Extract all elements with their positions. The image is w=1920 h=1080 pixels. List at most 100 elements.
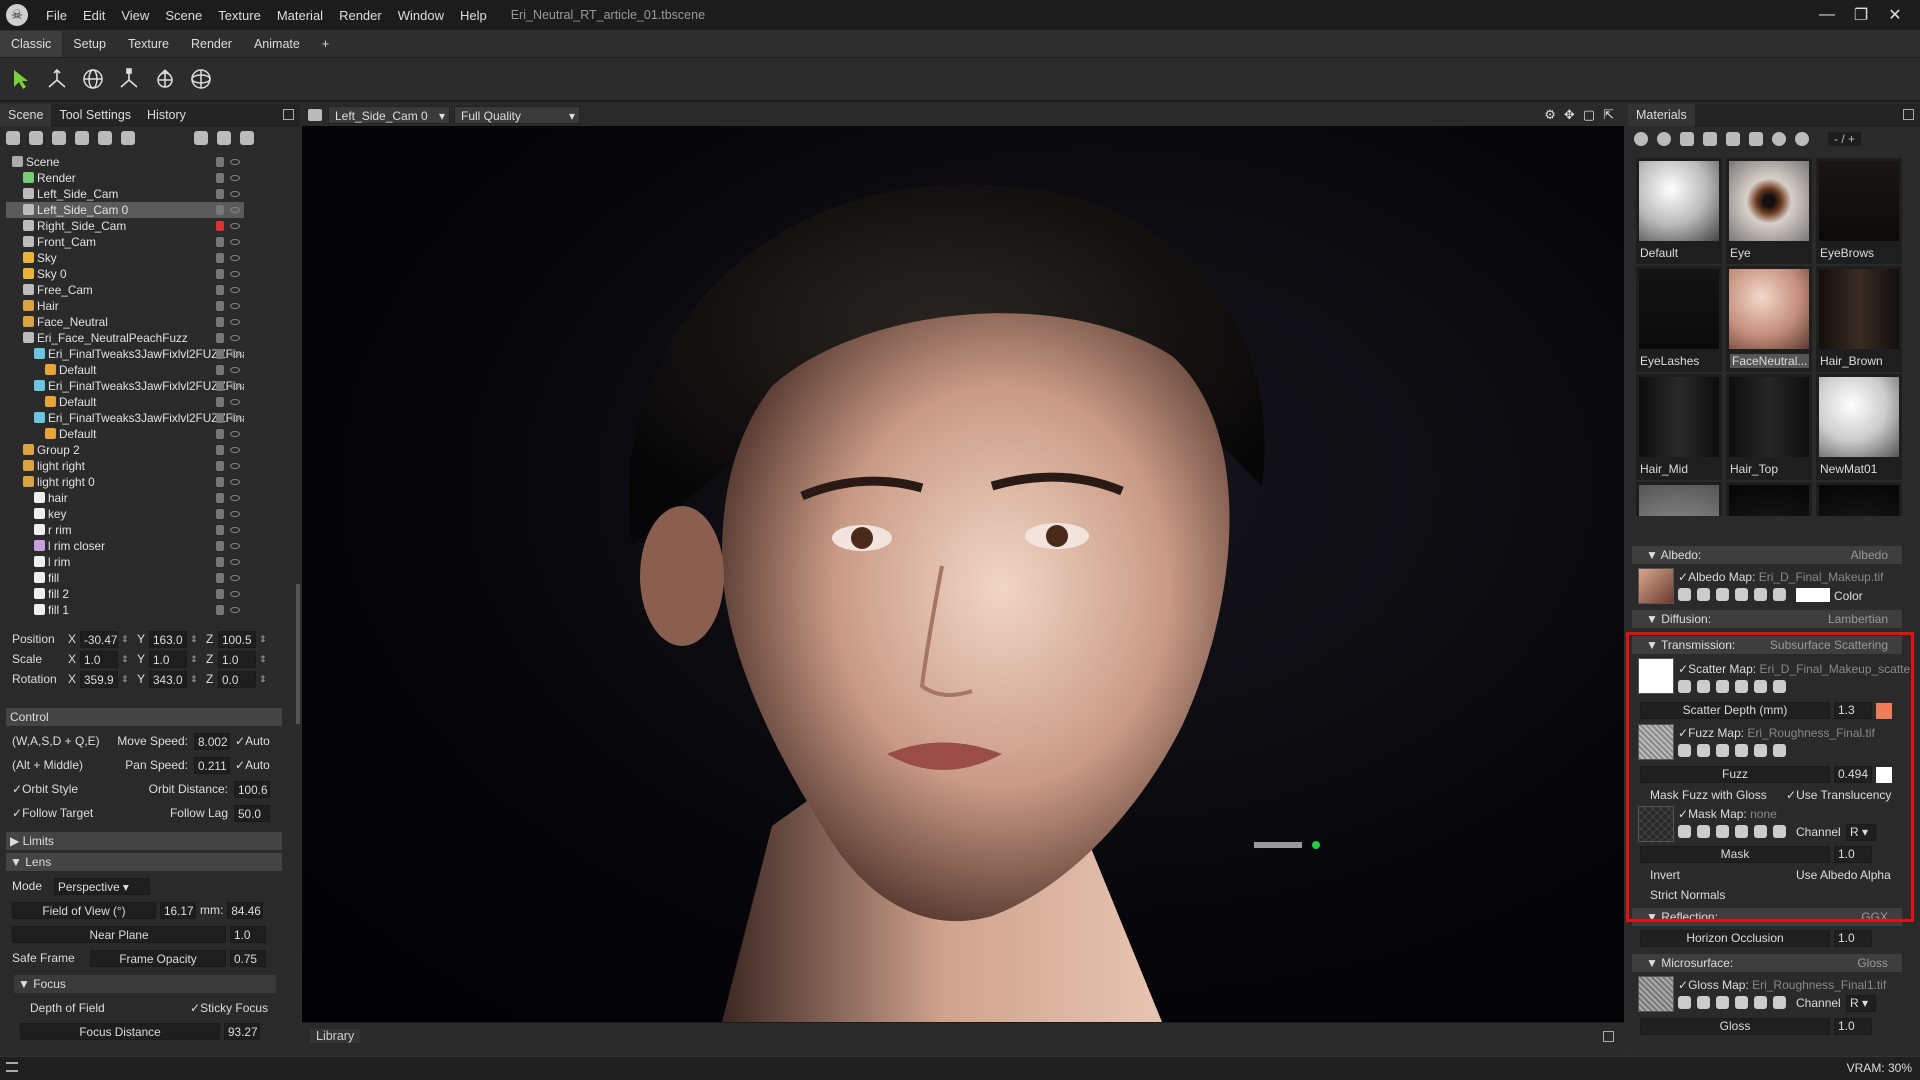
lock-icon[interactable] (216, 269, 224, 279)
scene-tree-item[interactable]: Default (6, 394, 244, 410)
lens-mode-dropdown[interactable]: Perspective ▾ (54, 877, 150, 895)
menu-texture[interactable]: Texture (210, 8, 269, 23)
visibility-eye-icon[interactable] (230, 207, 240, 213)
scene-tree-item[interactable]: key (6, 506, 244, 522)
safe-frame-checkbox[interactable]: Safe Frame (12, 951, 90, 965)
lock-icon[interactable] (216, 605, 224, 615)
scene-tree-item[interactable]: Left_Side_Cam (6, 186, 244, 202)
app-logo-icon[interactable]: ☠ (6, 4, 28, 26)
move-icon[interactable]: ✥ (1564, 107, 1575, 123)
sphere-gizmo-icon[interactable] (188, 66, 214, 92)
menu-edit[interactable]: Edit (75, 8, 113, 23)
scene-tree-item[interactable]: l rim (6, 554, 244, 570)
tab-history[interactable]: History (139, 104, 194, 126)
mask-map-thumbnail[interactable] (1638, 806, 1674, 842)
reflection-header[interactable]: ▼ Reflection: GGX (1632, 908, 1902, 926)
lock-icon[interactable] (216, 525, 224, 535)
rotation-x-input[interactable]: 359.9 (80, 670, 118, 688)
diffusion-header[interactable]: ▼ Diffusion: Lambertian (1632, 610, 1902, 628)
follow-target-checkbox[interactable]: ✓Follow Target (12, 806, 112, 820)
tab-animate[interactable]: Animate (243, 31, 311, 57)
visibility-eye-icon[interactable] (230, 463, 240, 469)
lock-icon[interactable] (216, 157, 224, 167)
fuzz-map-actions[interactable] (1678, 744, 1792, 758)
horizon-occlusion-slider[interactable]: Horizon Occlusion (1640, 930, 1830, 947)
scene-tree-item[interactable]: Default (6, 362, 244, 378)
scene-tree-item[interactable]: Hair (6, 298, 244, 314)
gear-icon[interactable]: ⚙ (1544, 107, 1556, 123)
pan-speed-input[interactable]: 0.211 (194, 756, 230, 774)
tab-scene[interactable]: Scene (0, 103, 52, 126)
add-shape-icon[interactable] (98, 131, 112, 145)
fov-slider-label[interactable]: Field of View (°) (12, 901, 156, 919)
scene-tree-item[interactable]: Right_Side_Cam (6, 218, 244, 234)
visibility-eye-icon[interactable] (230, 591, 240, 597)
spinner-icon[interactable]: ⇕ (259, 634, 269, 645)
visibility-eye-icon[interactable] (230, 447, 240, 453)
position-y-input[interactable]: 163.0 (149, 630, 187, 648)
tab-setup[interactable]: Setup (62, 31, 117, 57)
material-swatch[interactable]: NewMat01 (1816, 374, 1902, 480)
select-arrow-icon[interactable] (8, 66, 34, 92)
visibility-eye-icon[interactable] (230, 351, 240, 357)
visibility-eye-icon[interactable] (230, 415, 240, 421)
move-speed-input[interactable]: 8.002 (194, 732, 230, 750)
lock-icon[interactable] (216, 573, 224, 583)
sticky-focus-checkbox[interactable]: ✓Sticky Focus (190, 1001, 268, 1015)
add-fog-icon[interactable] (121, 131, 135, 145)
visibility-eye-icon[interactable] (230, 191, 240, 197)
scene-tree-item[interactable]: Sky (6, 250, 244, 266)
scene-tree-item[interactable]: light right 0 (6, 474, 244, 490)
scene-tree-item[interactable]: Scene (6, 154, 244, 170)
light-gizmo-icon[interactable] (152, 66, 178, 92)
lock-icon[interactable] (216, 285, 224, 295)
visibility-eye-icon[interactable] (230, 223, 240, 229)
scene-tree-item[interactable]: l rim closer (6, 538, 244, 554)
fuzz-map-thumbnail[interactable] (1638, 724, 1674, 760)
scene-tree-item[interactable]: Left_Side_Cam 0 (6, 202, 244, 218)
scene-tree-item[interactable]: fill 1 (6, 602, 244, 618)
visibility-eye-icon[interactable] (230, 175, 240, 181)
scene-tree-item[interactable]: Group 2 (6, 442, 244, 458)
menu-window[interactable]: Window (390, 8, 452, 23)
scale-y-input[interactable]: 1.0 (149, 650, 187, 668)
visibility-eye-icon[interactable] (230, 335, 240, 341)
albedo-header[interactable]: ▼ Albedo: Albedo (1632, 546, 1902, 564)
popout-icon[interactable] (283, 109, 294, 120)
scale-gizmo-icon[interactable] (116, 66, 142, 92)
spinner-icon[interactable]: ⇕ (190, 654, 200, 665)
strict-normals-checkbox[interactable]: Strict Normals (1650, 888, 1725, 902)
scene-tree-item[interactable]: Free_Cam (6, 282, 244, 298)
invert-checkbox[interactable]: Invert (1650, 868, 1680, 882)
scale-z-input[interactable]: 1.0 (218, 650, 256, 668)
visibility-eye-icon[interactable] (230, 383, 240, 389)
status-menu-icon[interactable] (6, 1062, 18, 1072)
albedo-color-swatch[interactable] (1796, 588, 1830, 602)
menu-view[interactable]: View (113, 8, 157, 23)
scene-tree-item[interactable]: Default (6, 426, 244, 442)
scene-tree-item[interactable]: Eri_Face_NeutralPeachFuzz (6, 330, 244, 346)
gloss-map-thumbnail[interactable] (1638, 976, 1674, 1012)
spinner-icon[interactable]: ⇕ (259, 674, 269, 685)
scene-tree-item[interactable]: Sky 0 (6, 266, 244, 282)
rotation-y-input[interactable]: 343.0 (149, 670, 187, 688)
horizon-occlusion-input[interactable]: 1.0 (1834, 930, 1872, 947)
scatter-color-swatch[interactable] (1876, 703, 1892, 719)
library-popout-icon[interactable] (1603, 1031, 1614, 1042)
visibility-eye-icon[interactable] (230, 287, 240, 293)
visibility-eye-icon[interactable] (230, 255, 240, 261)
orbit-style-checkbox[interactable]: ✓Orbit Style (12, 782, 112, 796)
scene-tree-item[interactable]: Face_Neutral (6, 314, 244, 330)
visibility-eye-icon[interactable] (230, 239, 240, 245)
pick-icon[interactable] (1749, 132, 1763, 146)
lock-icon[interactable] (216, 189, 224, 199)
lock-icon[interactable] (216, 477, 224, 487)
scene-tree-item[interactable]: fill (6, 570, 244, 586)
spinner-icon[interactable]: ⇕ (121, 634, 131, 645)
gloss-map-actions[interactable] (1678, 996, 1792, 1010)
mask-slider[interactable]: Mask (1640, 846, 1830, 863)
control-section-header[interactable]: Control (6, 708, 282, 726)
focus-distance-input[interactable]: 93.27 (224, 1022, 260, 1040)
material-swatch[interactable]: FaceNeutral... (1726, 266, 1812, 372)
lock-icon[interactable] (216, 237, 224, 247)
